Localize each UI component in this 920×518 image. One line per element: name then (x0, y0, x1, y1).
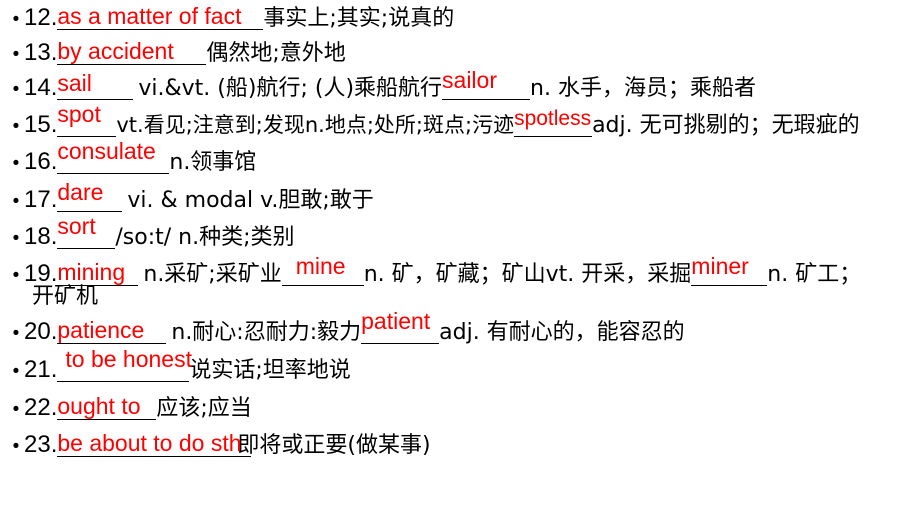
bullet-marker: • (12, 79, 20, 100)
list-item[interactable]: • 19. mining n.采矿;采矿业 mine n. 矿，矿藏；矿山vt. 开采，采… (0, 255, 920, 314)
bullet-marker: • (12, 44, 20, 65)
answer-blank[interactable]: ought to (57, 393, 157, 420)
list-item[interactable]: • 21. to be honest 说实话;坦率地说 (0, 348, 920, 390)
definition-text-secondary: n. 矿，矿藏；矿山vt. 开采，采掘 (363, 262, 692, 287)
definition-text: n.采矿;采矿业 (143, 262, 282, 287)
answer-blank[interactable]: to be honest (57, 348, 192, 382)
answer-blank[interactable]: dare (57, 181, 123, 212)
answer-text-secondary: patient (361, 308, 431, 334)
answer-blank-secondary[interactable]: spotless (514, 107, 593, 137)
item-number: 20. (24, 318, 58, 345)
definition-text-tertiary: n. 矿工； (767, 262, 862, 287)
answer-text: dare (57, 179, 104, 205)
item-number: 16. (24, 148, 58, 175)
item-number: 19. (24, 260, 58, 287)
answer-text-secondary: spotless (514, 107, 592, 130)
answer-blank[interactable]: sort (57, 215, 116, 249)
definition-text: /so:t/ n.种类;类别 (115, 225, 295, 250)
answer-text: mining (57, 259, 126, 285)
definition-text: n.领事馆 (169, 150, 257, 175)
item-number: 18. (24, 223, 58, 250)
answer-text: to be honest (65, 346, 192, 372)
list-item[interactable]: • 12. as a matter of fact 事实上;其实;说真的 (0, 0, 920, 36)
definition-text: vi.&vt. (船)航行; (人)乘船航行 (138, 76, 443, 101)
answer-blank[interactable]: spot (57, 103, 117, 137)
answer-text: consulate (57, 138, 156, 164)
item-number: 12. (24, 4, 58, 31)
list-item[interactable]: • 13. by accident 偶然地;意外地 (0, 36, 920, 71)
answer-blank[interactable]: consulate (57, 140, 170, 174)
definition-text-secondary: n. 水手，海员；乘船者 (530, 76, 756, 101)
definition-text-secondary: adj. 有耐心的，能容忍的 (439, 320, 685, 345)
answer-blank-secondary[interactable]: patient (361, 310, 440, 344)
definition-text: 事实上;其实;说真的 (263, 6, 455, 31)
bullet-marker: • (12, 323, 20, 344)
item-number: 13. (24, 39, 58, 66)
answer-text: patience (57, 317, 145, 343)
answer-text: as a matter of fact (57, 3, 242, 29)
bullet-marker: • (12, 265, 20, 286)
answer-text-secondary: mine (295, 253, 346, 279)
definition-text: vt.看见;注意到;发现n.地点;处所;斑点;污迹 (116, 113, 515, 137)
definition-text: 即将或正要(做某事) (237, 433, 431, 458)
item-number: 23. (24, 431, 58, 458)
answer-blank[interactable]: by accident (57, 38, 207, 65)
definition-text: 偶然地;意外地 (206, 41, 346, 66)
answer-blank-secondary[interactable]: sailor (442, 69, 531, 100)
list-item[interactable]: • 14. sail vi.&vt. (船)航行; (人)乘船航行 sailor n. … (0, 69, 920, 107)
bullet-marker: • (12, 228, 20, 249)
answer-blank[interactable]: mining (57, 259, 139, 286)
list-item[interactable]: • 23. be about to do sth 即将或正要(做某事) (0, 427, 920, 464)
answer-text: by accident (57, 38, 174, 64)
bullet-marker: • (12, 116, 20, 137)
definition-text-secondary: adj. 无可挑剔的；无瑕疵的 (592, 113, 860, 138)
item-number: 17. (24, 186, 58, 213)
definition-wrapped-line: 开矿机 (32, 284, 99, 309)
bullet-marker: • (12, 153, 20, 174)
answer-blank[interactable]: as a matter of fact (57, 3, 264, 30)
definition-text: n.耐心:忍耐力:毅力 (171, 320, 362, 345)
answer-text: ought to (57, 393, 141, 419)
list-item[interactable]: • 16. consulate n.领事馆 (0, 140, 920, 182)
answer-text: sort (57, 213, 96, 239)
answer-text-tertiary: miner (691, 253, 749, 279)
list-item[interactable]: • 22. ought to 应该;应当 (0, 390, 920, 427)
item-number: 15. (24, 111, 58, 138)
answer-blank[interactable]: patience (57, 317, 167, 344)
answer-blank[interactable]: be about to do sth (57, 430, 252, 457)
bullet-marker: • (12, 361, 20, 382)
answer-blank-secondary[interactable]: mine (281, 255, 364, 286)
answer-text: be about to do sth (57, 430, 242, 456)
answer-text-secondary: sailor (442, 67, 497, 93)
item-number: 22. (24, 394, 58, 421)
bullet-marker: • (12, 191, 20, 212)
list-item[interactable]: • 17. dare vi. & modal v.胆敢;敢于 (0, 181, 920, 219)
definition-text: 应该;应当 (156, 396, 252, 421)
item-number: 14. (24, 74, 58, 101)
bullet-marker: • (12, 399, 20, 420)
list-item[interactable]: • 18. sort/so:t/ n.种类;类别 (0, 215, 920, 256)
answer-text: sail (57, 70, 92, 96)
bullet-marker: • (12, 9, 20, 30)
vocabulary-list: • 12. as a matter of fact 事实上;其实;说真的 • 13. … (0, 0, 920, 464)
answer-blank[interactable]: sail (57, 70, 134, 100)
definition-text: 说实话;坦率地说 (189, 358, 351, 383)
bullet-marker: • (12, 436, 20, 457)
item-number: 21. (24, 356, 58, 383)
answer-text: spot (57, 101, 101, 127)
answer-blank-tertiary[interactable]: miner (691, 255, 768, 286)
definition-text: vi. & modal v.胆敢;敢于 (127, 188, 374, 213)
slide-canvas: • 12. as a matter of fact 事实上;其实;说真的 • 13. … (0, 0, 920, 518)
